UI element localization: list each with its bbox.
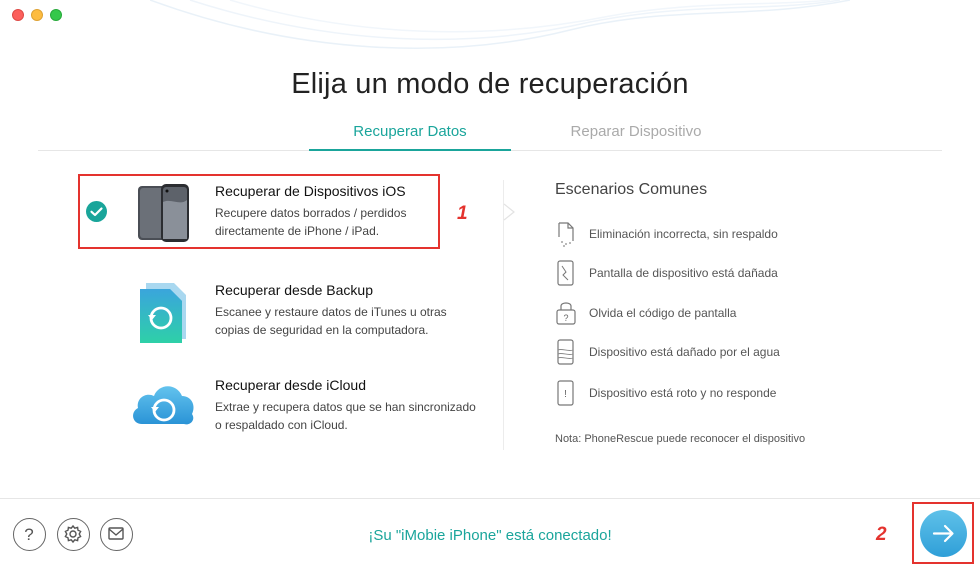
svg-text:?: ?: [563, 313, 568, 323]
mode-title: Recuperar desde Backup: [215, 282, 373, 298]
deleted-file-icon: [555, 221, 577, 247]
mode-description: Extrae y recupera datos que se han sincr…: [215, 400, 476, 432]
chevron-right-icon: [503, 203, 515, 221]
scenario-item: Dispositivo está dañado por el agua: [555, 339, 935, 365]
scenario-label: Eliminación incorrecta, sin respaldo: [589, 227, 778, 241]
scenario-label: Dispositivo está dañado por el agua: [589, 345, 780, 359]
scenario-label: Pantalla de dispositivo está dañada: [589, 266, 778, 280]
arrow-right-icon: [932, 524, 954, 543]
svg-text:!: !: [564, 389, 567, 400]
tab-reparar-dispositivo[interactable]: Reparar Dispositivo: [526, 123, 746, 140]
mode-icloud[interactable]: Recuperar desde iCloud Extrae y recupera…: [78, 370, 498, 444]
ios-devices-icon: [136, 182, 200, 248]
broken-screen-icon: [555, 260, 577, 286]
scenario-label: Dispositivo está roto y no responde: [589, 386, 777, 400]
mode-description: Recupere datos borrados / perdidos direct…: [215, 206, 407, 238]
close-window-button[interactable]: [12, 9, 24, 21]
locked-icon: ?: [555, 300, 577, 326]
mode-title: Recuperar desde iCloud: [215, 377, 366, 393]
page-title: Elija un modo de recuperación: [291, 68, 689, 100]
background-wave-decoration: [150, 0, 850, 49]
selected-check-icon: [86, 201, 107, 222]
icloud-icon: [128, 374, 198, 440]
water-damage-icon: [555, 339, 577, 365]
scenario-item: ? Olvida el código de pantalla: [555, 300, 935, 326]
unresponsive-device-icon: !: [555, 380, 577, 406]
connection-status: ¡Su "iMobie iPhone" está conectado!: [368, 527, 612, 544]
mode-title: Recuperar de Dispositivos iOS: [215, 183, 406, 199]
next-button[interactable]: [920, 510, 967, 557]
scenario-label: Olvida el código de pantalla: [589, 306, 737, 320]
mode-ios-devices[interactable]: Recuperar de Dispositivos iOS Recupere d…: [78, 174, 440, 249]
zoom-window-button[interactable]: [50, 9, 62, 21]
scenario-item: ! Dispositivo está roto y no responde: [555, 380, 935, 406]
mode-backup[interactable]: Recuperar desde Backup Escanee y restaur…: [78, 275, 498, 349]
mode-tabs: Recuperar Datos Reparar Dispositivo: [38, 115, 942, 151]
scenario-item: Eliminación incorrecta, sin respaldo: [555, 221, 935, 247]
callout-number-1: 1: [457, 203, 468, 224]
mode-description: Escanee y restaure datos de iTunes u otr…: [215, 305, 447, 337]
backup-file-icon: [130, 279, 194, 345]
scenarios-note: Nota: PhoneRescue puede reconocer el dis…: [555, 433, 806, 445]
scenarios-title: Escenarios Comunes: [555, 181, 708, 198]
minimize-window-button[interactable]: [31, 9, 43, 21]
tab-recuperar-datos[interactable]: Recuperar Datos: [309, 123, 511, 151]
scenario-item: Pantalla de dispositivo está dañada: [555, 260, 935, 286]
callout-number-2: 2: [876, 524, 887, 545]
